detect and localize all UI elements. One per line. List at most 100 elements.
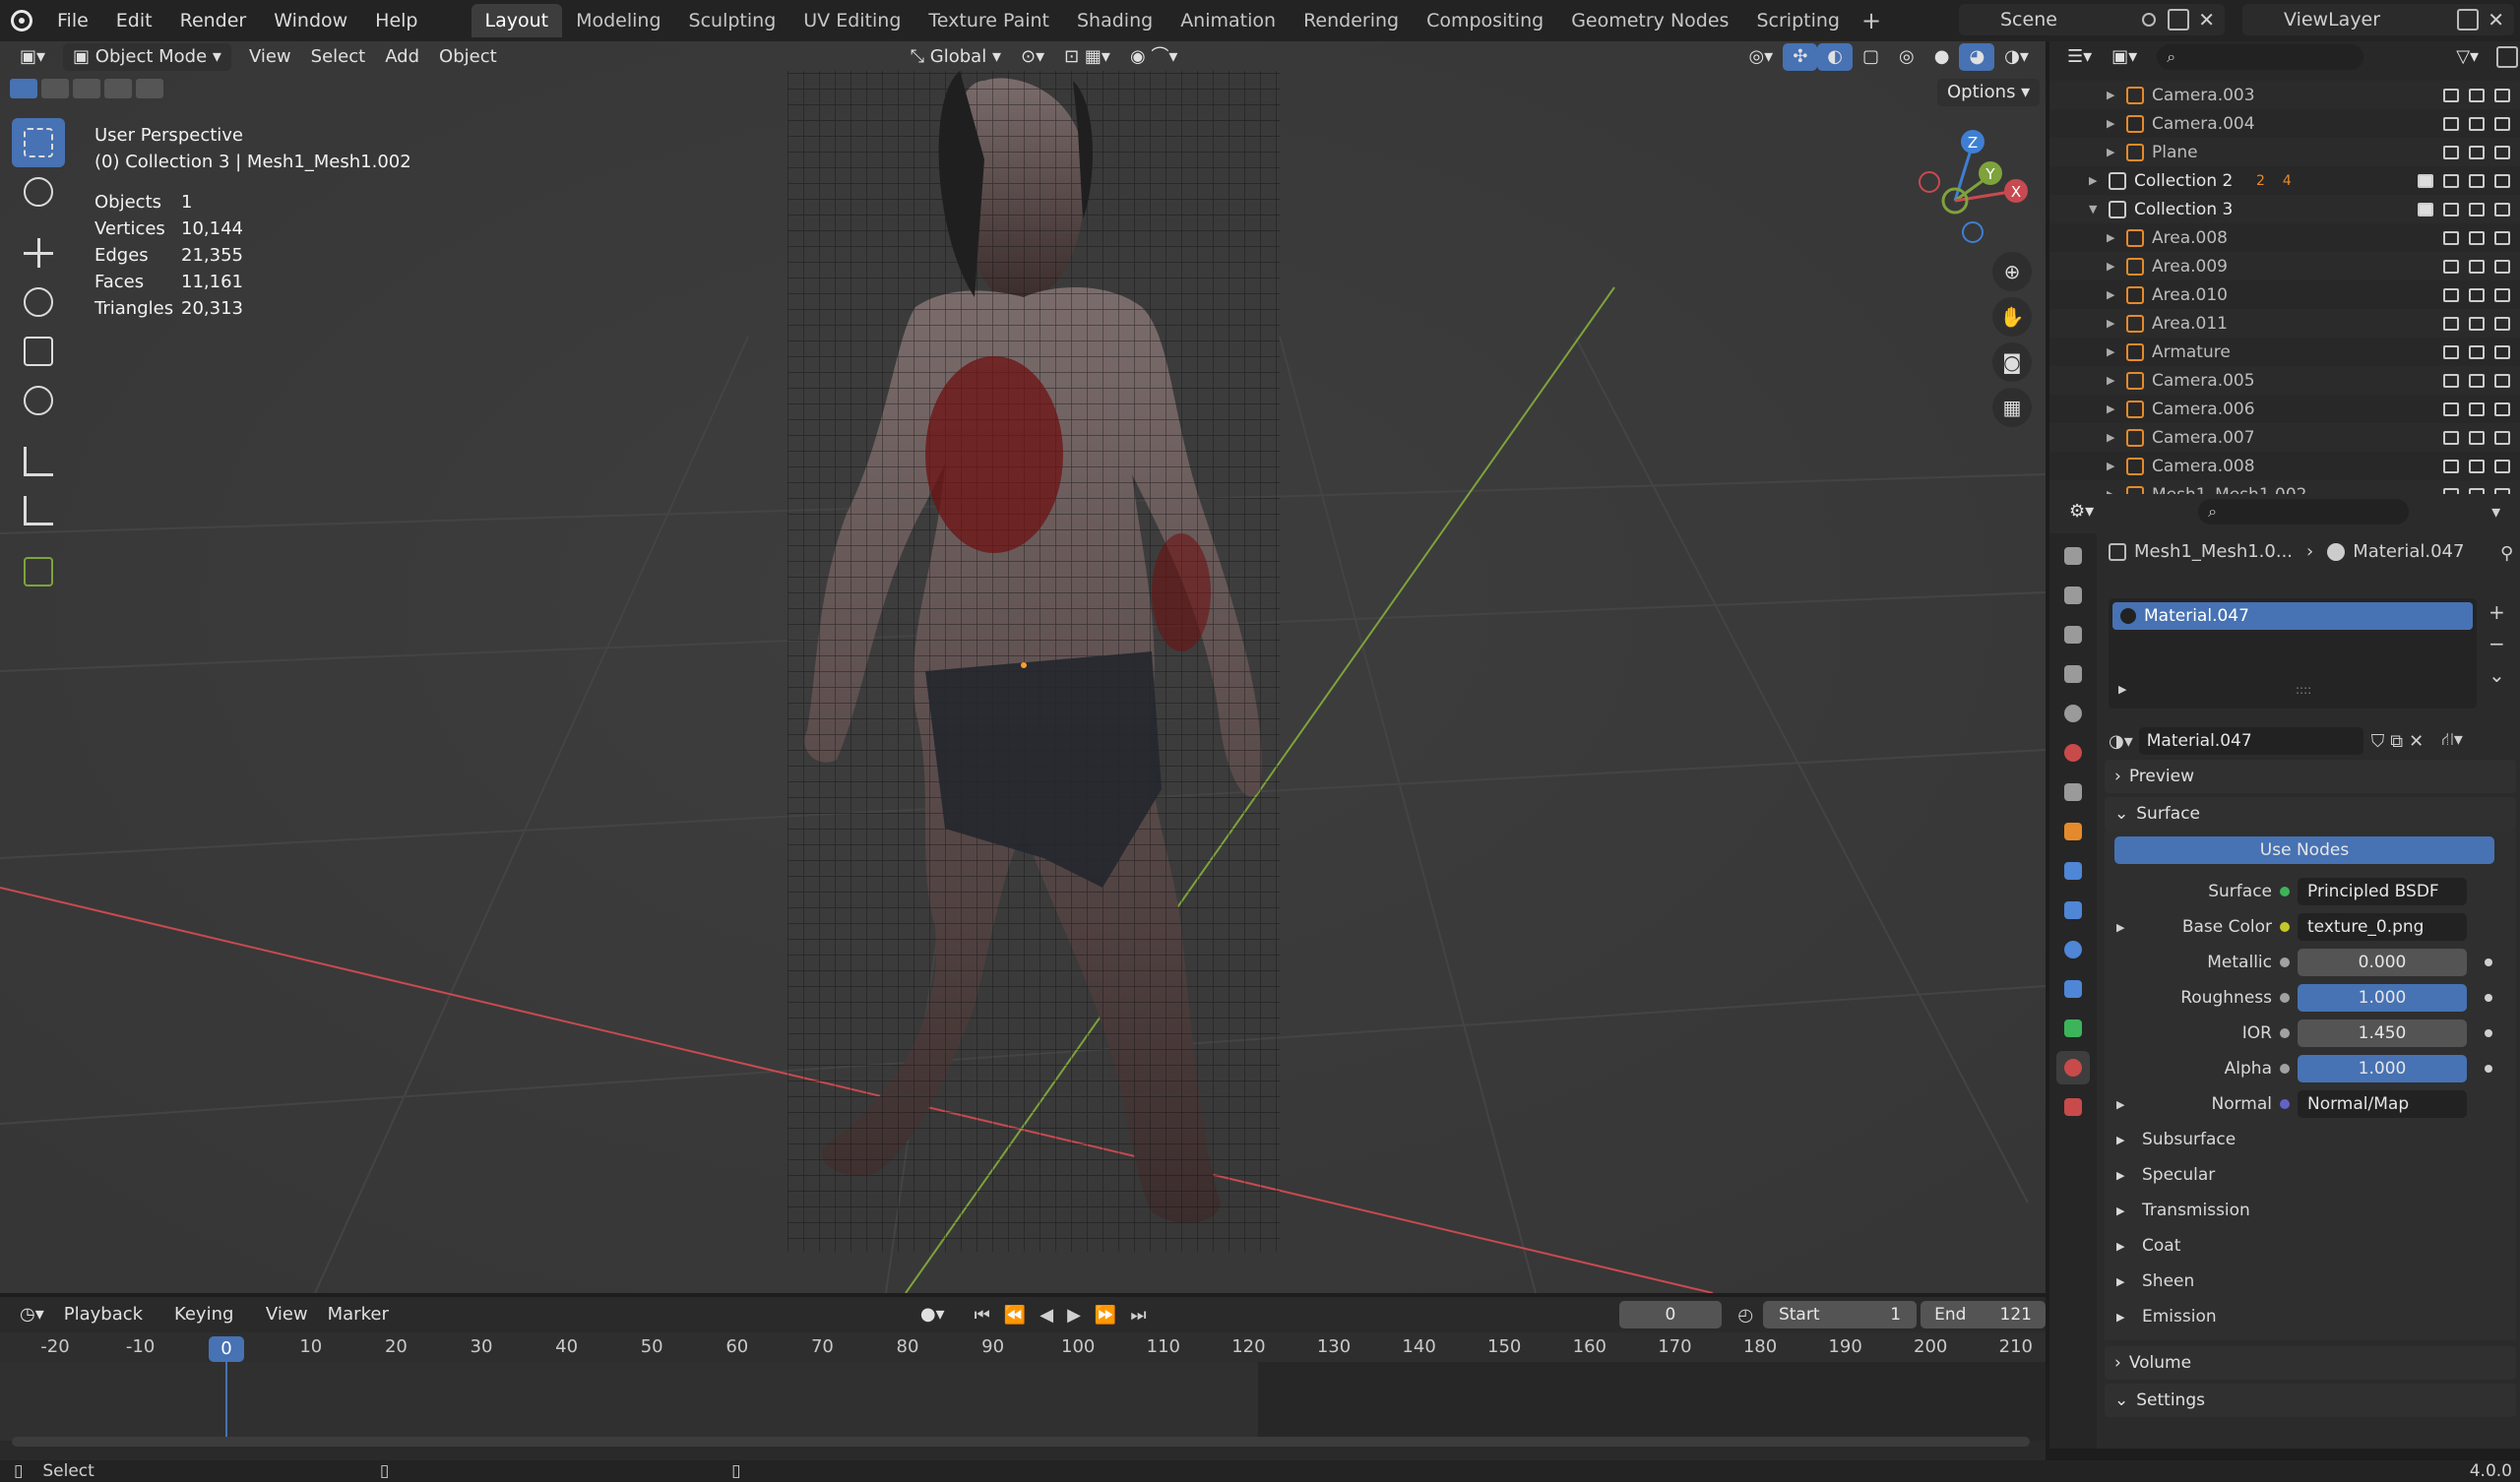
render-toggle-icon[interactable] — [2494, 401, 2510, 416]
panel-preview-header[interactable]: › Preview — [2105, 760, 2516, 793]
select-subtract-icon[interactable] — [73, 79, 100, 98]
tab-physics-icon[interactable] — [2056, 933, 2090, 966]
snap-icon[interactable]: ⊡ ▦▾ — [1054, 43, 1120, 71]
timeline-scrollbar[interactable] — [12, 1437, 2030, 1447]
render-toggle-icon[interactable] — [2494, 145, 2510, 159]
render-toggle-icon[interactable] — [2494, 459, 2510, 473]
expand-triangle-icon[interactable]: ▶ — [2107, 146, 2114, 158]
play-icon[interactable]: ▶ — [1067, 1305, 1081, 1326]
select-toggle-icon[interactable] — [2443, 401, 2459, 416]
duplicate-material-icon[interactable]: ⧉ — [2390, 731, 2403, 752]
render-toggle-icon[interactable] — [2494, 287, 2510, 302]
subpanel-header[interactable]: ▶ Sheen — [2105, 1264, 2516, 1299]
outliner-row[interactable]: ▶Mesh1_Mesh1.002 — [2049, 480, 2520, 494]
select-difference-icon[interactable] — [104, 79, 132, 98]
property-value-field[interactable]: 1.000 — [2298, 984, 2467, 1012]
new-scene-icon[interactable] — [2168, 9, 2189, 31]
tab-scene-icon[interactable] — [2056, 697, 2090, 730]
menu-window[interactable]: Window — [260, 0, 361, 41]
subpanel-header[interactable]: ▶ Subsurface — [2105, 1122, 2516, 1157]
transform-orientation[interactable]: ⤡ Global ▾ — [901, 43, 1011, 71]
select-toggle-icon[interactable] — [2443, 459, 2459, 473]
visibility-icon[interactable]: ◎▾ — [1738, 43, 1783, 71]
select-toggle-icon[interactable] — [2443, 202, 2459, 216]
select-extend-icon[interactable] — [41, 79, 69, 98]
editor-type-button[interactable]: ▣▾ — [10, 43, 55, 71]
gizmo-toggle-icon[interactable]: ✣ — [1783, 43, 1818, 71]
visibility-toggle-icon[interactable] — [2469, 202, 2485, 216]
socket-icon[interactable] — [2280, 922, 2290, 932]
new-collection-icon[interactable] — [2496, 46, 2519, 68]
tab-layout[interactable]: Layout — [471, 4, 563, 37]
render-toggle-icon[interactable] — [2494, 316, 2510, 331]
keyframe-dot-icon[interactable] — [2485, 994, 2492, 1002]
render-toggle-icon[interactable] — [2494, 173, 2510, 188]
tab-rendering[interactable]: Rendering — [1290, 4, 1413, 37]
outliner-row[interactable]: ▶ Area.009 — [2049, 252, 2520, 280]
property-value-field[interactable]: Principled BSDF — [2298, 878, 2467, 905]
outliner-row[interactable]: ▶ Camera.006 — [2049, 395, 2520, 423]
character-mesh[interactable] — [788, 71, 1280, 1252]
select-toggle-icon[interactable] — [2443, 145, 2459, 159]
keyframe-dot-icon[interactable] — [2485, 1065, 2492, 1073]
outliner-row[interactable]: ▶ Camera.007 — [2049, 423, 2520, 452]
tab-animation[interactable]: Animation — [1166, 4, 1290, 37]
subpanel-header[interactable]: ▶ Specular — [2105, 1157, 2516, 1193]
select-toggle-icon[interactable] — [2443, 287, 2459, 302]
shading-material-icon[interactable]: ◕ — [1959, 43, 1995, 71]
socket-icon[interactable] — [2280, 957, 2290, 967]
playhead-marker[interactable]: 0 — [209, 1336, 244, 1362]
render-toggle-icon[interactable] — [2494, 230, 2510, 245]
menu-playback[interactable]: Playback ▾ — [54, 1301, 164, 1352]
play-reverse-icon[interactable]: ◀ — [1040, 1305, 1053, 1326]
end-frame-field[interactable]: End 121 — [1921, 1301, 2046, 1328]
render-toggle-icon[interactable] — [2494, 430, 2510, 445]
tab-modeling[interactable]: Modeling — [562, 4, 674, 37]
menu-keying[interactable]: Keying ▾ — [164, 1301, 256, 1352]
select-intersect-icon[interactable] — [136, 79, 163, 98]
menu-select[interactable]: Select — [301, 43, 376, 71]
select-toggle-icon[interactable] — [2443, 259, 2459, 274]
outliner-row[interactable]: ▶ Collection 2 24 — [2049, 166, 2520, 195]
jump-end-icon[interactable]: ⏭ — [1130, 1305, 1146, 1326]
outliner-row[interactable]: ▶ Plane — [2049, 138, 2520, 166]
outliner-row[interactable]: ▶ Camera.003 — [2049, 81, 2520, 109]
use-nodes-button[interactable]: Use Nodes — [2114, 836, 2494, 864]
socket-icon[interactable] — [2280, 887, 2290, 896]
browse-material-icon[interactable]: ◑▾ — [2109, 731, 2133, 752]
expand-triangle-icon[interactable]: ▶ — [2107, 260, 2114, 273]
tab-data-icon[interactable] — [2056, 1012, 2090, 1045]
tab-view-layer-icon[interactable] — [2056, 657, 2090, 691]
new-view-layer-icon[interactable] — [2457, 9, 2479, 31]
expand-triangle-icon[interactable]: ▶ — [2118, 683, 2126, 696]
menu-render[interactable]: Render — [166, 0, 261, 41]
select-box-tool[interactable] — [12, 118, 65, 167]
exclude-checkbox-icon[interactable] — [2418, 202, 2433, 216]
expand-triangle-icon[interactable]: ▶ — [2107, 317, 2114, 330]
transform-tool[interactable] — [12, 376, 65, 425]
current-frame-field[interactable]: 0 — [1618, 1301, 1723, 1328]
zoom-icon[interactable]: ⊕ — [1992, 252, 2032, 291]
render-toggle-icon[interactable] — [2494, 116, 2510, 131]
socket-icon[interactable] — [2280, 1099, 2290, 1109]
select-toggle-icon[interactable] — [2443, 316, 2459, 331]
3d-viewport[interactable]: Z Y X ▣▾ ▣ Object Mode ▾ View Select Add… — [0, 41, 2046, 1293]
outliner-row[interactable]: ▶ Camera.005 — [2049, 366, 2520, 395]
panel-volume-header[interactable]: › Volume — [2105, 1346, 2516, 1380]
visibility-toggle-icon[interactable] — [2469, 373, 2485, 388]
shading-rendered-icon[interactable]: ◑▾ — [1994, 43, 2039, 71]
outliner-row[interactable]: ▼ Collection 3 — [2049, 195, 2520, 223]
select-toggle-icon[interactable] — [2443, 88, 2459, 102]
property-value-field[interactable]: 1.450 — [2298, 1019, 2467, 1047]
expand-triangle-icon[interactable]: ▶ — [2107, 345, 2114, 358]
display-mode-icon[interactable]: ▣▾ — [2102, 43, 2147, 71]
shading-wireframe-icon[interactable]: ◎ — [1889, 43, 1924, 71]
socket-icon[interactable] — [2280, 1064, 2290, 1074]
cursor-tool[interactable] — [12, 167, 65, 216]
tab-render-icon[interactable] — [2056, 579, 2090, 612]
filter-icon[interactable]: ▽▾ — [2446, 43, 2488, 71]
expand-triangle-icon[interactable]: ▶ — [2107, 231, 2114, 244]
move-tool[interactable] — [12, 228, 65, 278]
record-icon[interactable]: ●▾ — [911, 1301, 955, 1328]
select-toggle-icon[interactable] — [2443, 373, 2459, 388]
